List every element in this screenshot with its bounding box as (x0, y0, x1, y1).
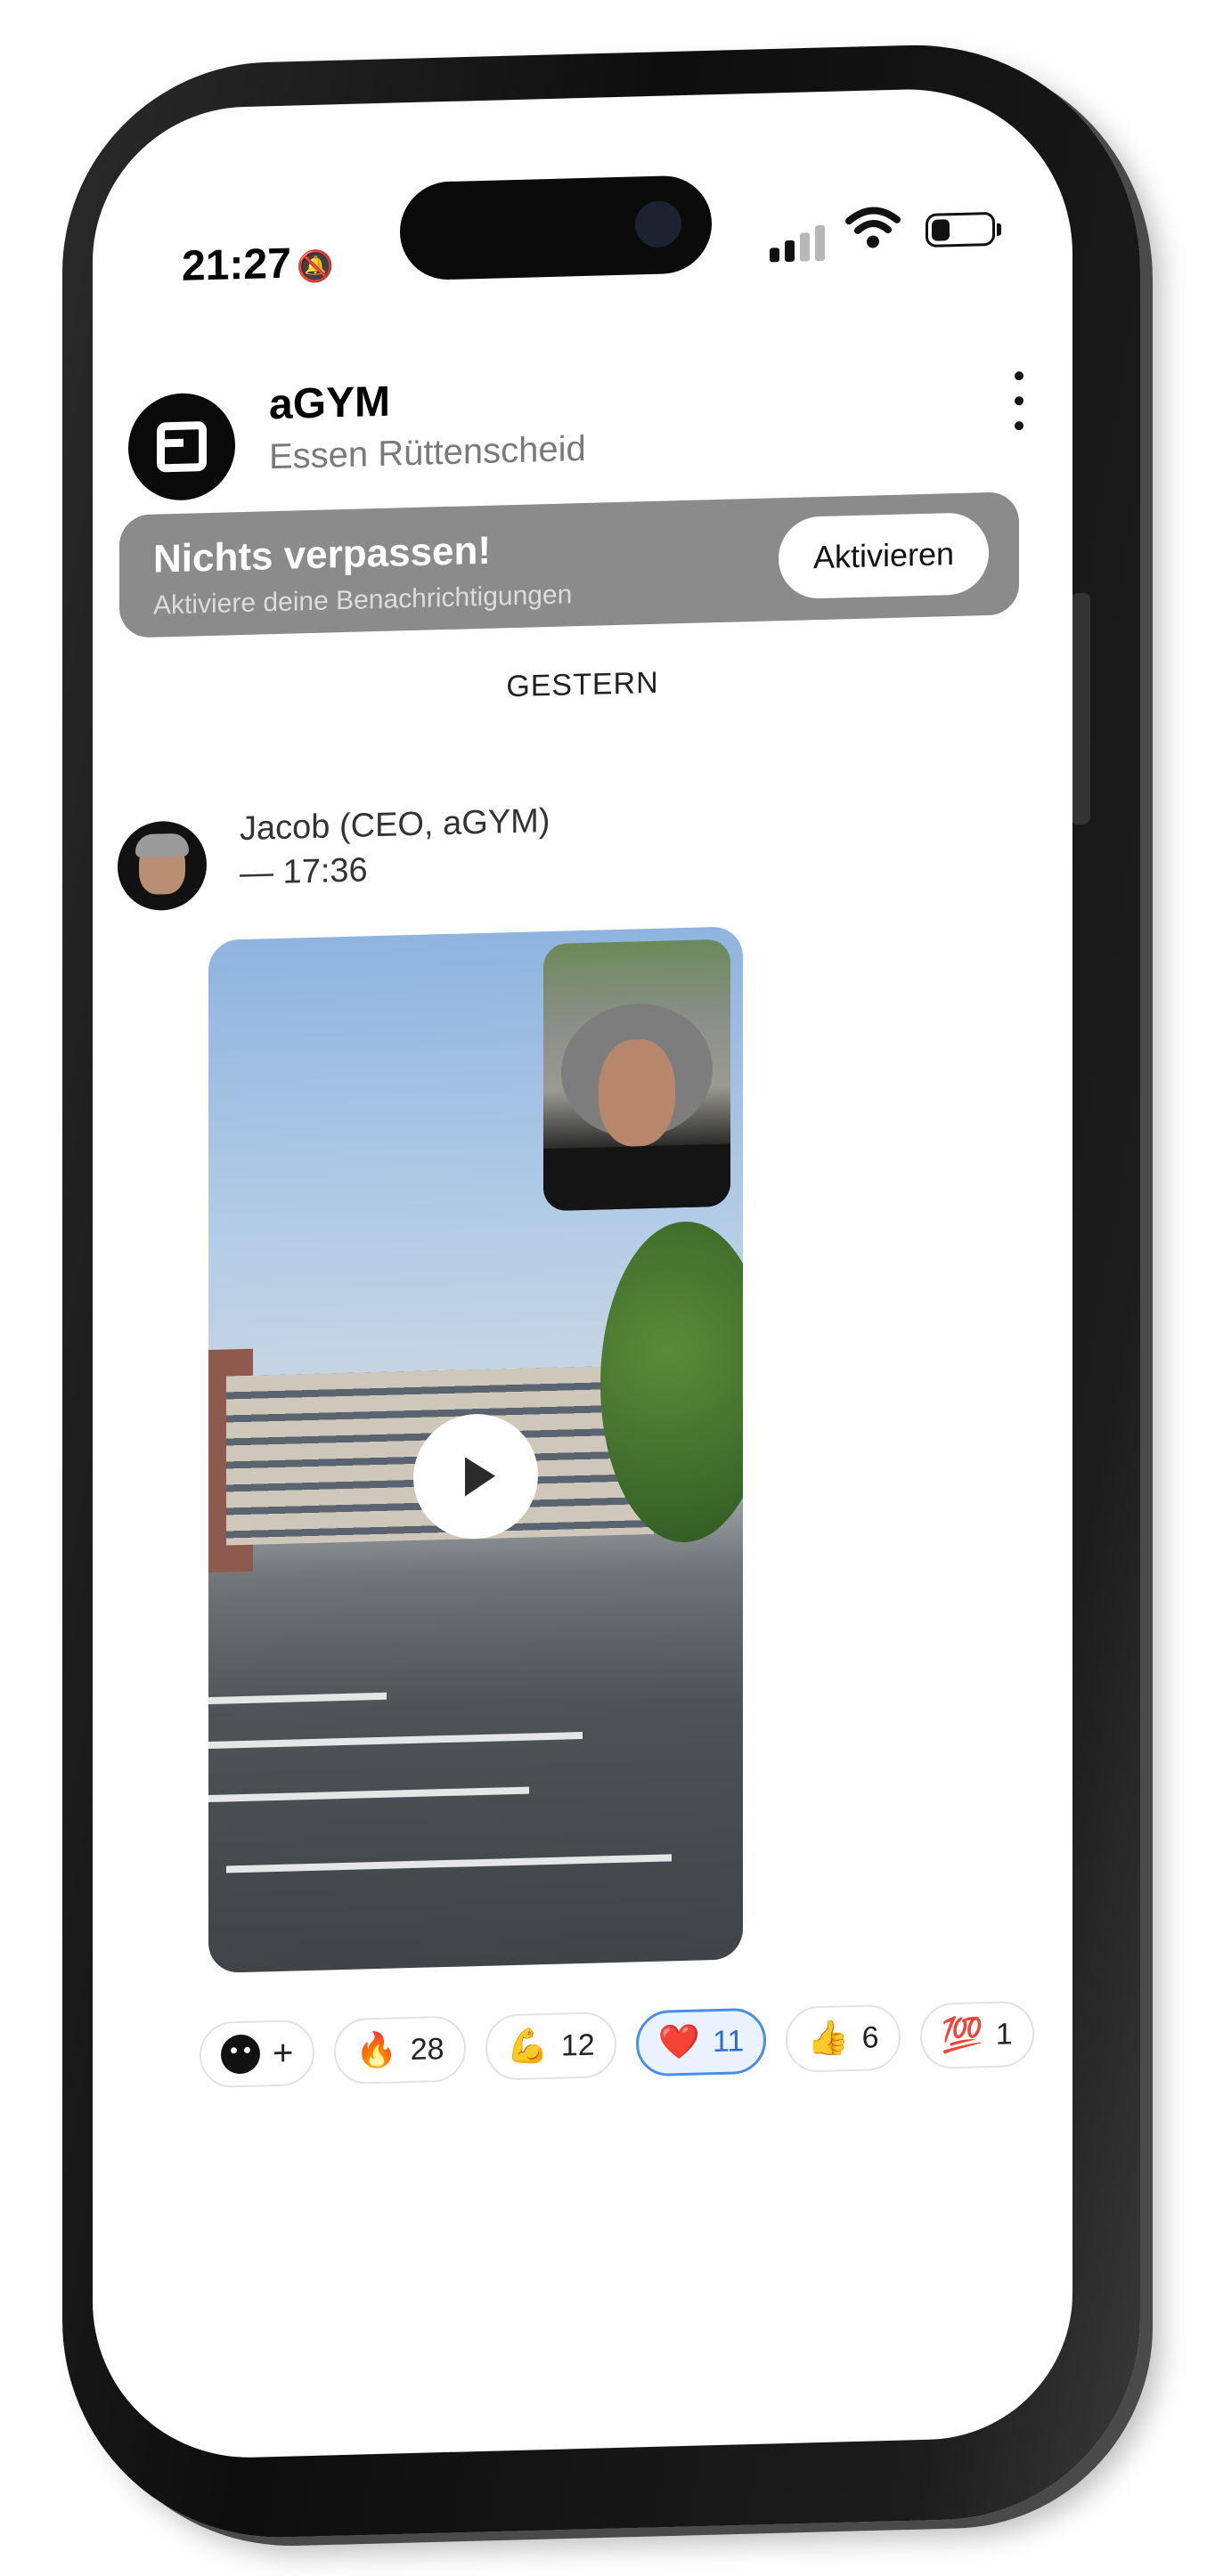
post-time: — 17:36 (240, 851, 368, 893)
reaction-count: 28 (410, 2031, 444, 2067)
day-divider: GESTERN (506, 665, 659, 704)
status-time-text: 21:27 (182, 240, 291, 290)
bell-slash-icon: 🔕 (296, 249, 335, 285)
reaction-fire[interactable]: 🔥 28 (334, 2015, 466, 2085)
reaction-count: 1 (995, 2016, 1013, 2052)
heart-icon: ❤️ (657, 2023, 700, 2062)
hundred-points-icon: 💯 (941, 2016, 983, 2055)
video-scene-road-marking (208, 1692, 387, 1704)
add-reaction-plus: + (273, 2033, 294, 2073)
phone-side-button (1071, 592, 1090, 825)
reaction-hundred[interactable]: 💯 1 (919, 2000, 1034, 2070)
dynamic-island (400, 175, 712, 281)
fire-icon: 🔥 (355, 2031, 398, 2070)
battery-nub (997, 223, 1001, 236)
avatar-hair (135, 833, 189, 858)
cellular-signal-icon (770, 224, 825, 263)
video-scene-road-marking (226, 1854, 672, 1873)
add-reaction-button[interactable]: + (200, 2019, 315, 2089)
flexed-biceps-icon: 💪 (506, 2027, 549, 2067)
video-scene-road-marking (208, 1732, 583, 1749)
agym-logo-glyph (157, 421, 207, 473)
banner-subtitle: Aktiviere deine Benachrichtigungen (153, 580, 573, 621)
banner-title: Nichts verpassen! (153, 528, 492, 581)
wifi-icon (845, 207, 901, 248)
battery-icon (926, 211, 1001, 248)
front-camera (635, 200, 681, 248)
reaction-muscle[interactable]: 💪 12 (485, 2011, 616, 2081)
reaction-bar: + 🔥 28 💪 12 ❤️ 11 👍 6 💯 1 (200, 2000, 1034, 2089)
add-emoji-icon (221, 2034, 260, 2075)
reaction-heart[interactable]: ❤️ 11 (635, 2007, 767, 2077)
thumbs-up-icon: 👍 (807, 2019, 850, 2059)
reaction-thumbs-up[interactable]: 👍 6 (786, 2003, 901, 2074)
status-bar-time: 21:27 🔕 (182, 238, 334, 290)
channel-title: aGYM (269, 378, 391, 429)
selfie-face (599, 1038, 675, 1148)
more-vertical-icon[interactable] (1015, 371, 1024, 431)
reaction-count: 6 (861, 2019, 879, 2055)
video-selfie-overlay (543, 939, 730, 1212)
author-avatar[interactable] (118, 820, 207, 912)
phone-screen: 21:27 🔕 aGYM Essen Rüttenscheid Nichts ve… (93, 85, 1072, 2462)
play-icon (465, 1456, 495, 1497)
video-scene-road-marking (208, 1786, 529, 1802)
battery-fill (932, 219, 950, 241)
notification-banner: Nichts verpassen! Aktiviere deine Benach… (119, 492, 1019, 638)
reaction-count: 11 (713, 2023, 745, 2059)
channel-subtitle: Essen Rüttenscheid (269, 428, 586, 477)
post-author: Jacob (CEO, aGYM) (240, 801, 550, 849)
chat-header: aGYM Essen Rüttenscheid (93, 335, 1072, 502)
video-message[interactable] (208, 926, 743, 1973)
reaction-count: 12 (560, 2027, 595, 2063)
agym-logo-icon[interactable] (128, 392, 235, 502)
activate-notifications-button[interactable]: Aktivieren (779, 512, 989, 600)
selfie-body (543, 1143, 730, 1212)
